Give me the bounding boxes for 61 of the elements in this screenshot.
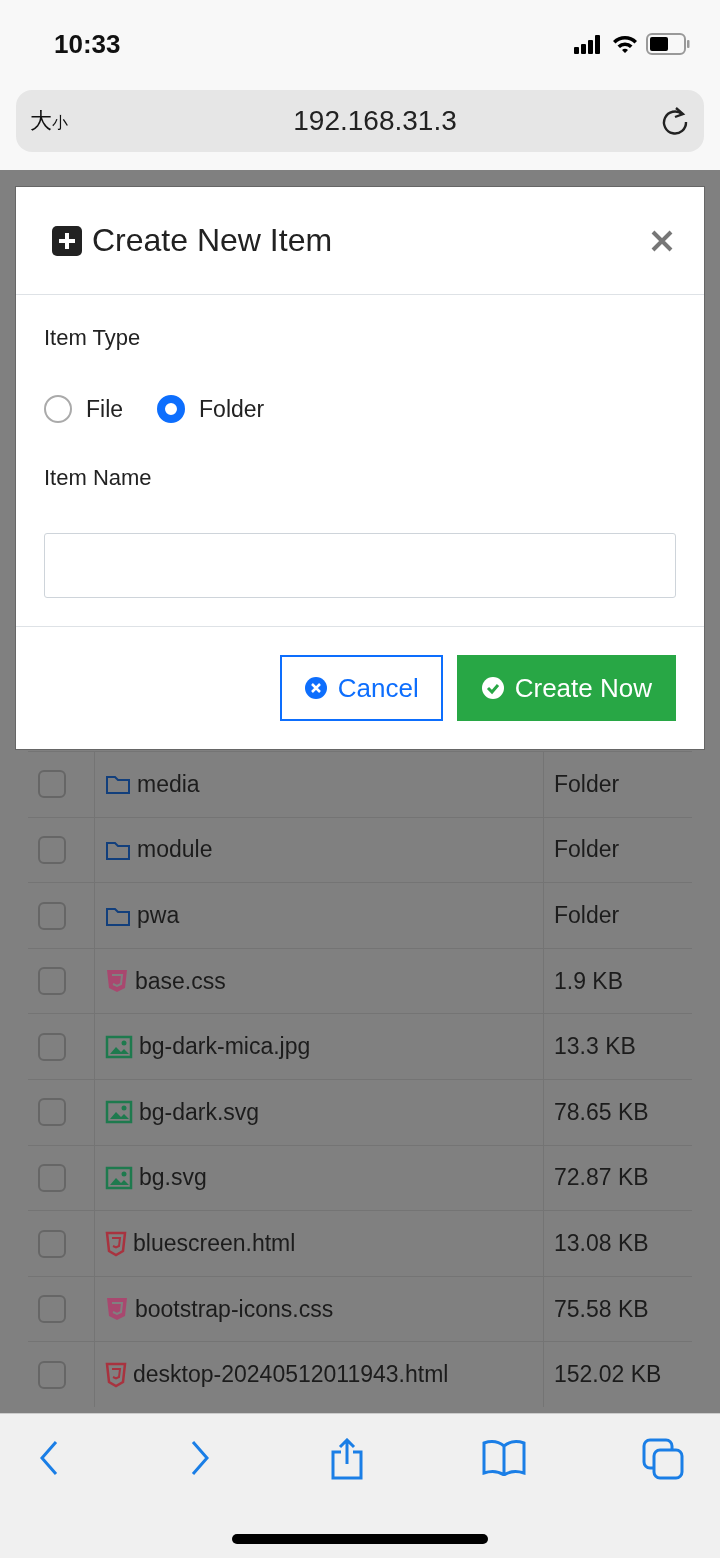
image-file-icon [105,1165,133,1190]
radio-button[interactable] [157,395,186,423]
css-file-icon [105,968,129,995]
plus-square-icon [52,225,82,256]
text-size-button[interactable]: 大小 [30,106,90,136]
file-size: Folder [554,836,620,864]
row-checkbox[interactable] [38,1360,66,1389]
row-checkbox[interactable] [38,1163,66,1192]
row-checkbox[interactable] [38,1032,66,1061]
image-file-icon [105,1100,133,1125]
check-circle-icon [480,676,505,700]
row-checkbox[interactable] [38,835,66,864]
html-file-icon [105,1361,127,1388]
url-text[interactable]: 192.168.31.3 [90,105,660,137]
file-name[interactable]: bg-dark-mica.jpg [139,1033,311,1061]
reload-icon[interactable] [660,105,690,137]
cancel-icon [303,676,328,700]
row-checkbox[interactable] [38,1229,66,1258]
clock: 10:33 [54,28,121,60]
create-button[interactable]: Create Now [456,655,676,721]
folder-icon [105,773,131,796]
bookmarks-icon[interactable] [481,1438,526,1476]
file-name[interactable]: pwa [137,902,180,930]
row-checkbox[interactable] [38,1098,66,1127]
battery-icon [646,33,690,55]
image-file-icon [105,1034,133,1059]
file-size: 72.87 KB [554,1164,649,1192]
file-name[interactable]: bg.svg [139,1164,207,1192]
row-checkbox[interactable] [38,967,66,996]
file-size: 78.65 KB [554,1098,649,1126]
wifi-icon [612,34,638,54]
file-size: Folder [554,770,620,798]
file-name[interactable]: bluescreen.html [133,1230,296,1257]
file-size: 13.3 KB [554,1033,636,1061]
row-checkbox[interactable] [38,770,66,799]
file-size: 1.9 KB [554,967,624,995]
file-name[interactable]: media [137,770,200,798]
close-icon[interactable] [650,228,674,253]
radio-label[interactable]: File [86,395,124,423]
tabs-icon[interactable] [642,1438,684,1480]
file-name[interactable]: desktop-20240512011943.html [133,1361,449,1389]
html-file-icon [105,1230,127,1257]
field-label: Item Type [44,325,142,351]
radio-button[interactable] [44,395,72,423]
file-size: 152.02 KB [554,1361,662,1389]
file-name[interactable]: base.css [135,967,226,995]
file-name[interactable]: bootstrap-icons.css [135,1295,334,1323]
row-checkbox[interactable] [38,901,66,930]
radio-label[interactable]: Folder [199,395,265,423]
file-name[interactable]: bg-dark.svg [139,1098,260,1126]
field-label: Item Name [44,465,153,491]
item-name-field[interactable] [44,533,676,598]
file-size: Folder [554,902,620,930]
file-name[interactable]: module [137,836,213,864]
file-size: 75.58 KB [554,1295,649,1323]
css-file-icon [105,1296,129,1323]
dialog-title: Create New Item [92,222,334,259]
file-size: 13.08 KB [554,1230,649,1257]
share-icon[interactable] [329,1438,365,1480]
cancel-button[interactable]: Cancel [279,655,443,721]
row-checkbox[interactable] [38,1295,66,1324]
